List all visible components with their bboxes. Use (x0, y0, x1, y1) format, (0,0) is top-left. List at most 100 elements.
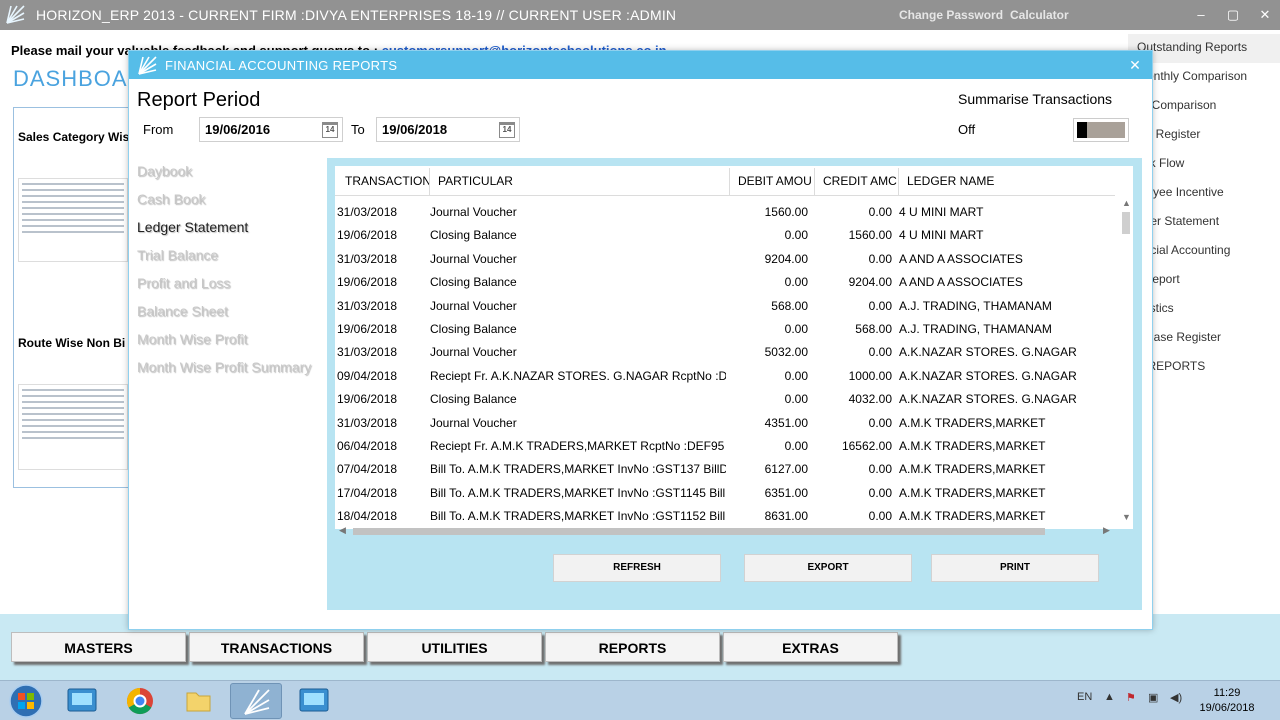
refresh-button[interactable]: REFRESH (553, 554, 721, 582)
table-row[interactable]: 19/06/2018 Closing Balance 0.00 4032.00 A.K.… (335, 387, 1117, 410)
calendar-icon[interactable]: 14 (322, 122, 338, 138)
to-date-field[interactable]: 19/06/2018 14 (376, 117, 520, 142)
cell-particular: Journal Voucher (430, 345, 517, 360)
cell-transaction-date: 19/06/2018 (337, 228, 398, 243)
table-row[interactable]: 31/03/2018 Journal Voucher 568.00 0.00 A.J. … (335, 294, 1117, 317)
table-row[interactable]: 19/06/2018 Closing Balance 0.00 9204.00 A AN… (335, 270, 1117, 293)
cell-debit-amount: 6127.00 (764, 462, 808, 477)
language-indicator[interactable]: EN (1077, 691, 1092, 703)
table-row[interactable]: 19/06/2018 Closing Balance 0.00 568.00 A.J. … (335, 317, 1117, 340)
cell-debit-amount: 0.00 (784, 322, 808, 336)
nav-reports-button[interactable]: REPORTS (545, 632, 720, 662)
cell-particular: Journal Voucher (430, 251, 517, 266)
horizon-erp-icon (67, 688, 97, 712)
ledger-grid[interactable]: TRANSACTION PARTICULAR DEBIT AMOU CREDIT… (335, 166, 1133, 535)
cell-transaction-date: 07/04/2018 (337, 462, 398, 477)
cell-transaction-date: 31/03/2018 (337, 415, 398, 430)
cell-ledger-name: A AND A ASSOCIATES (899, 251, 1023, 266)
print-button[interactable]: PRINT (931, 554, 1099, 582)
table-row[interactable]: 31/03/2018 Journal Voucher 9204.00 0.00 A AN… (335, 247, 1117, 270)
summarise-transactions-label: Summarise Transactions (958, 91, 1113, 107)
cell-credit-amount: 9204.00 (848, 275, 892, 290)
change-password-link[interactable]: Change Password (899, 8, 1003, 22)
summarise-toggle[interactable] (1073, 118, 1129, 142)
cell-debit-amount: 9204.00 (764, 251, 808, 266)
route-wise-thumbnail[interactable] (18, 384, 128, 470)
clock-date[interactable]: 19/06/2018 (1196, 702, 1258, 714)
column-header-credit-amount[interactable]: CREDIT AMC (815, 168, 899, 196)
app-close-button[interactable]: ✕ (1254, 4, 1276, 26)
volume-icon[interactable]: ◀) (1170, 691, 1182, 704)
horizon-erp-2-icon (299, 688, 329, 712)
report-period-heading: Report Period (137, 89, 261, 111)
action-center-icon[interactable]: ⚑ (1126, 691, 1136, 704)
nav-extras-button[interactable]: EXTRAS (723, 632, 898, 662)
report-profit-and-loss[interactable]: Profit and Loss (137, 275, 230, 291)
nav-masters-button[interactable]: MASTERS (11, 632, 186, 662)
table-row[interactable]: 17/04/2018 Bill To. A.M.K TRADERS,MARKET … (335, 481, 1117, 504)
cell-credit-amount: 1560.00 (848, 228, 892, 243)
report-ledger-statement[interactable]: Ledger Statement (137, 219, 248, 235)
windows-start-icon[interactable] (4, 682, 48, 720)
clock-time[interactable]: 11:29 (1200, 687, 1254, 699)
scroll-down-arrow-icon[interactable]: ▼ (1122, 512, 1131, 522)
nav-utilities-button[interactable]: UTILITIES (367, 632, 542, 662)
report-grid-panel: TRANSACTION PARTICULAR DEBIT AMOU CREDIT… (327, 158, 1142, 610)
from-date-field[interactable]: 19/06/2016 14 (199, 117, 343, 142)
taskbar-horizon-erp-active[interactable] (230, 683, 282, 719)
dialog-close-button[interactable]: ✕ (1126, 55, 1144, 75)
cell-ledger-name: A.M.K TRADERS,MARKET (899, 415, 1046, 430)
taskbar-horizon-erp-2[interactable] (288, 683, 340, 719)
cell-particular: Closing Balance (430, 228, 517, 243)
export-button[interactable]: EXPORT (744, 554, 912, 582)
scroll-up-arrow-icon[interactable]: ▲ (1122, 198, 1131, 208)
show-hidden-icons-icon[interactable]: ▲ (1104, 691, 1115, 703)
maximize-button[interactable]: ▢ (1222, 4, 1244, 26)
calculator-link[interactable]: Calculator (1010, 8, 1069, 22)
route-wise-heading: Route Wise Non Bi (18, 336, 126, 350)
cell-transaction-date: 31/03/2018 (337, 345, 398, 360)
minimize-button[interactable]: – (1190, 4, 1212, 26)
taskbar-folder[interactable] (172, 683, 224, 719)
scroll-left-arrow-icon[interactable]: ◀ (339, 525, 346, 536)
table-row[interactable]: 07/04/2018 Bill To. A.M.K TRADERS,MARKET … (335, 457, 1117, 480)
report-month-wise-profit-summary[interactable]: Month Wise Profit Summary (137, 359, 311, 375)
table-row[interactable]: 18/04/2018 Bill To. A.M.K TRADERS,MARKET … (335, 504, 1117, 527)
scroll-right-arrow-icon[interactable]: ▶ (1103, 525, 1110, 536)
cell-ledger-name: A.K.NAZAR STORES. G.NAGAR (899, 368, 1077, 383)
cell-debit-amount: 0.00 (784, 368, 808, 383)
cell-transaction-date: 18/04/2018 (337, 509, 398, 524)
sales-category-heading: Sales Category Wis (18, 130, 130, 144)
report-trial-balance[interactable]: Trial Balance (137, 247, 218, 263)
horizontal-scrollbar[interactable]: ◀ ▶ (335, 525, 1117, 537)
windows-taskbar: EN ▲ ⚑ ▣ ◀) 11:29 19/06/2018 (0, 680, 1280, 720)
report-balance-sheet[interactable]: Balance Sheet (137, 303, 228, 319)
taskbar-chrome[interactable] (114, 683, 166, 719)
column-header-ledger-name[interactable]: LEDGER NAME (899, 168, 1115, 196)
vertical-scroll-thumb[interactable] (1122, 212, 1130, 234)
report-cash-book[interactable]: Cash Book (137, 191, 205, 207)
taskbar-horizon-erp[interactable] (56, 683, 108, 719)
column-header-transaction[interactable]: TRANSACTION (337, 168, 430, 196)
sales-category-thumbnail[interactable] (18, 178, 128, 262)
table-row[interactable]: 31/03/2018 Journal Voucher 5032.00 0.00 A.K.… (335, 340, 1117, 363)
cell-transaction-date: 19/06/2018 (337, 322, 398, 336)
table-row[interactable]: 19/06/2018 Closing Balance 0.00 1560.00 4 U … (335, 223, 1117, 246)
column-header-debit-amount[interactable]: DEBIT AMOU (730, 168, 815, 196)
from-date-value: 19/06/2016 (205, 122, 271, 137)
report-daybook[interactable]: Daybook (137, 163, 192, 179)
horizontal-scroll-thumb[interactable] (353, 528, 1045, 535)
nav-transactions-button[interactable]: TRANSACTIONS (189, 632, 364, 662)
calendar-icon[interactable]: 14 (499, 122, 515, 138)
table-row[interactable]: 09/04/2018 Reciept Fr. A.K.NAZAR STORES. … (335, 364, 1117, 387)
table-row[interactable]: 06/04/2018 Reciept Fr. A.M.K TRADERS,MARK… (335, 434, 1117, 457)
network-icon[interactable]: ▣ (1148, 691, 1158, 704)
table-row[interactable]: 31/03/2018 Journal Voucher 1560.00 0.00 4 U … (335, 200, 1117, 223)
cell-debit-amount: 0.00 (784, 392, 808, 407)
cell-credit-amount: 0.00 (868, 509, 892, 524)
cell-transaction-date: 19/06/2018 (337, 392, 398, 407)
vertical-scrollbar[interactable]: ▲ ▼ (1119, 198, 1133, 524)
column-header-particular[interactable]: PARTICULAR (430, 168, 730, 196)
report-month-wise-profit[interactable]: Month Wise Profit (137, 331, 247, 347)
table-row[interactable]: 31/03/2018 Journal Voucher 4351.00 0.00 A.M.… (335, 411, 1117, 434)
